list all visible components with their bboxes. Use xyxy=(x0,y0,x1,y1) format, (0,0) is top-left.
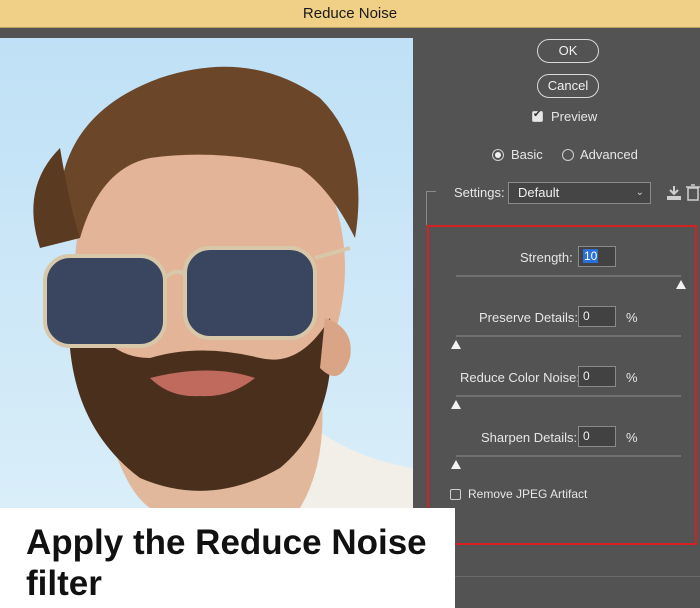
sharpen-details-field[interactable]: 0 xyxy=(578,426,616,447)
trash-icon[interactable] xyxy=(686,184,700,207)
strength-slider-thumb[interactable] xyxy=(676,280,686,289)
advanced-radio[interactable] xyxy=(562,149,574,161)
remove-jpeg-label: Remove JPEG Artifact xyxy=(468,487,588,501)
reduce-color-noise-slider-thumb[interactable] xyxy=(451,400,461,409)
reduce-color-noise-label: Reduce Color Noise: xyxy=(460,370,580,385)
preview-checkbox[interactable] xyxy=(532,109,543,122)
preserve-details-field[interactable]: 0 xyxy=(578,306,616,327)
ok-button[interactable]: OK xyxy=(537,39,599,63)
sharpen-details-unit: % xyxy=(626,430,638,445)
caption-text: Apply the Reduce Noise filter xyxy=(26,523,427,603)
title-bar: Reduce Noise xyxy=(0,0,700,28)
strength-field[interactable]: 10 xyxy=(578,246,616,267)
preserve-details-slider[interactable] xyxy=(456,335,681,337)
panel-divider xyxy=(455,576,700,577)
settings-label: Settings: xyxy=(454,185,505,200)
basic-label: Basic xyxy=(511,147,543,162)
basic-radio[interactable] xyxy=(492,149,504,161)
sharpen-details-slider[interactable] xyxy=(456,455,681,457)
window-title: Reduce Noise xyxy=(302,5,398,22)
remove-jpeg-checkbox[interactable] xyxy=(450,489,461,500)
cancel-button[interactable]: Cancel xyxy=(537,74,599,98)
settings-bracket xyxy=(426,191,427,225)
reduce-color-noise-field[interactable]: 0 xyxy=(578,366,616,387)
image-preview[interactable] xyxy=(0,38,413,508)
strength-value: 10 xyxy=(583,249,599,263)
chevron-down-icon: ⌄ xyxy=(635,187,644,198)
save-settings-icon[interactable] xyxy=(665,184,683,207)
portrait-image xyxy=(0,38,413,508)
preserve-details-unit: % xyxy=(626,310,638,325)
advanced-label: Advanced xyxy=(580,147,638,162)
sharpen-details-slider-thumb[interactable] xyxy=(451,460,461,469)
strength-label: Strength: xyxy=(520,250,573,265)
settings-dropdown[interactable]: Default ⌄ xyxy=(508,182,651,204)
caption-banner: Apply the Reduce Noise filter xyxy=(0,508,455,608)
reduce-color-noise-unit: % xyxy=(626,370,638,385)
strength-slider[interactable] xyxy=(456,275,681,277)
sharpen-details-label: Sharpen Details: xyxy=(481,430,578,445)
preserve-details-label: Preserve Details: xyxy=(479,310,578,325)
preserve-details-slider-thumb[interactable] xyxy=(451,340,461,349)
settings-value: Default xyxy=(518,185,560,200)
preview-label: Preview xyxy=(551,109,598,124)
settings-bracket-top xyxy=(426,191,436,192)
reduce-color-noise-slider[interactable] xyxy=(456,395,681,397)
